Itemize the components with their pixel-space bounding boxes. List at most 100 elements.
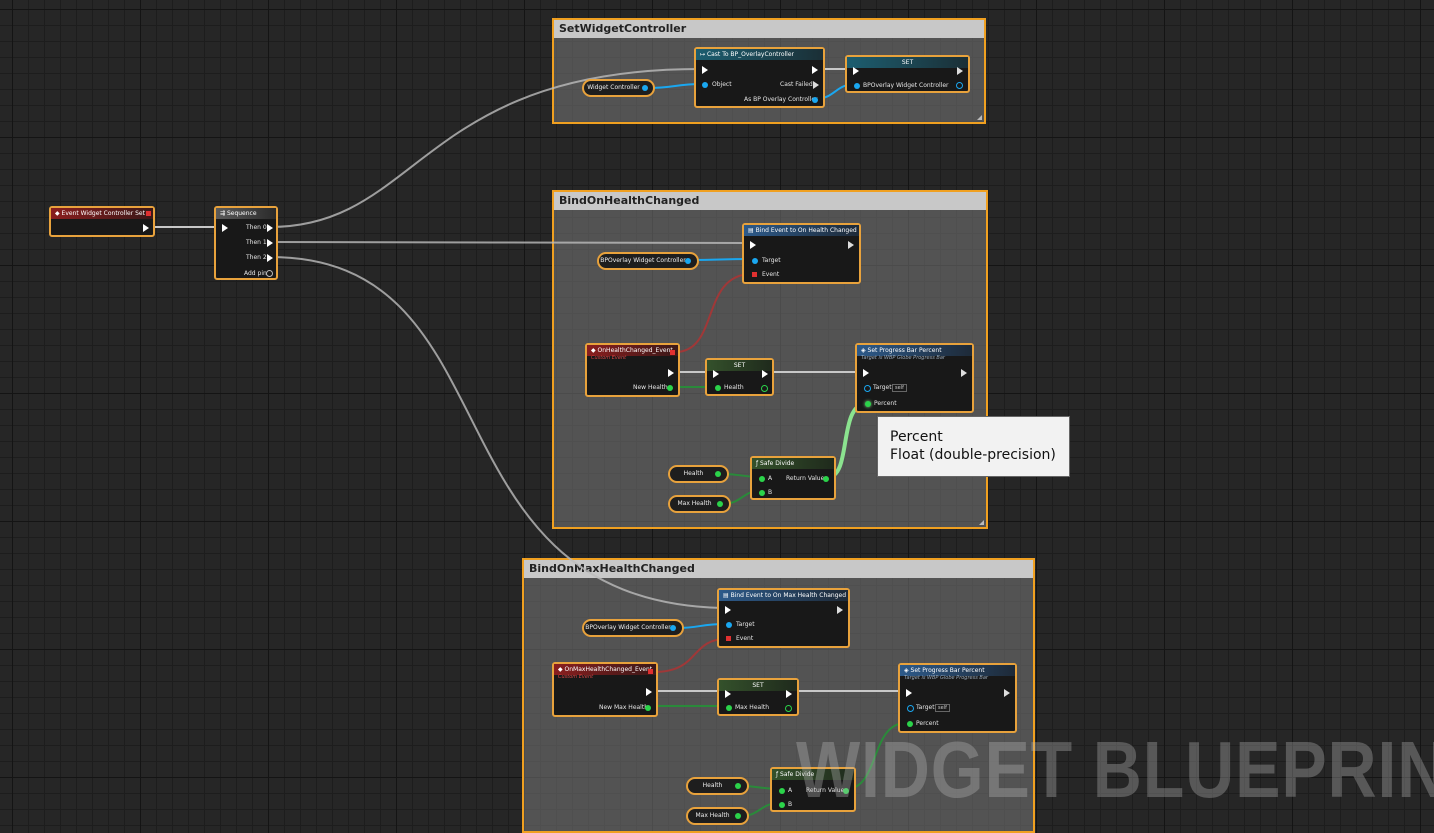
exec-in-pin[interactable] [702,66,708,74]
set-overlay-controller-node[interactable]: SET BPOverlay Widget Controller [845,55,970,93]
exec-out-pin[interactable] [837,606,843,614]
health-in-pin[interactable] [715,385,721,391]
exec-out-pin[interactable] [1004,689,1010,697]
exec-in-pin[interactable] [725,690,731,698]
overlay-controller-variable[interactable]: BPOverlay Widget Controller [597,252,699,270]
pin-tooltip: Percent Float (double-precision) [877,416,1070,477]
exec-out-pin[interactable] [786,690,792,698]
object-pin-icon[interactable] [642,85,648,91]
return-value-pin[interactable] [823,476,829,482]
self-value[interactable]: self [892,384,907,392]
object-pin-icon[interactable] [685,258,691,264]
widget-blueprint-watermark: WIDGET BLUEPRINT [796,725,1434,814]
variable-label: Widget Controller [587,84,640,91]
exec-in-pin[interactable] [906,689,912,697]
cast-to-overlay-controller-node[interactable]: ↦ Cast To BP_OverlayController Object Ca… [694,47,825,108]
node-header: ◆ Event Widget Controller Set [51,208,153,219]
float-pin-icon[interactable] [735,813,741,819]
set-health-node[interactable]: SET Health [705,358,774,396]
as-overlay-controller-pin[interactable] [812,97,818,103]
target-pin[interactable] [752,258,758,264]
float-pin-icon[interactable] [735,783,741,789]
delegate-wire [653,638,727,673]
max-health-variable[interactable]: Max Health [686,807,749,825]
object-label: Object [712,81,732,88]
then-1-pin[interactable] [267,239,273,247]
new-max-health-label: New Max Health [599,704,649,711]
health-label: Health [724,384,744,391]
set-max-health-node[interactable]: SET Max Health [717,678,799,716]
delegate-pin-icon[interactable] [146,211,151,216]
set-progress-bar-percent-node[interactable]: ◈ Set Progress Bar Percent Target is WBP… [855,343,974,413]
object-out-pin[interactable] [956,82,963,89]
bind-event-on-max-health-changed-node[interactable]: ▤ Bind Event to On Max Health Changed Ta… [717,588,850,648]
bind-event-on-health-changed-node[interactable]: ▤ Bind Event to On Health Changed Target… [742,223,861,284]
widget-controller-variable[interactable]: Widget Controller [582,79,655,97]
percent-pin[interactable] [865,401,871,407]
then-2-pin[interactable] [267,254,273,262]
health-variable[interactable]: Health [668,465,729,483]
set-progress-bar-percent-node[interactable]: ◈ Set Progress Bar Percent Target is WBP… [898,663,1017,733]
cast-icon: ↦ [700,51,707,58]
on-max-health-changed-event-node[interactable]: ◆ OnMaxHealthChanged_Event Custom Event … [552,662,658,717]
exec-out-pin[interactable] [957,67,963,75]
overlay-controller-variable[interactable]: BPOverlay Widget Controller [582,619,684,637]
health-variable[interactable]: Health [686,777,749,795]
object-in-pin[interactable] [702,82,708,88]
exec-in-pin[interactable] [222,224,228,232]
target-label: Target [762,257,781,264]
on-health-changed-event-node[interactable]: ◆ OnHealthChanged_Event Custom Event New… [585,343,680,397]
target-pin[interactable] [907,705,914,712]
event-pin[interactable] [726,636,731,641]
b-label: B [788,801,793,808]
tooltip-pin-name: Percent [890,429,943,445]
b-pin[interactable] [779,802,785,808]
float-pin-icon[interactable] [717,501,723,507]
then-0-pin[interactable] [267,224,273,232]
safe-divide-node[interactable]: ƒ Safe Divide A Return Value B [750,456,836,500]
exec-out-pin[interactable] [848,241,854,249]
node-title: OnMaxHealthChanged_Event [564,666,653,673]
exec-out-pin[interactable] [668,369,674,377]
delegate-pin-icon[interactable] [648,669,653,674]
target-pin[interactable] [864,385,871,392]
exec-in-pin[interactable] [725,606,731,614]
event-pin[interactable] [752,272,757,277]
new-health-pin[interactable] [667,385,673,391]
target-pin[interactable] [726,622,732,628]
self-value[interactable]: self [935,704,950,712]
new-max-health-pin[interactable] [645,705,651,711]
object-in-pin[interactable] [854,83,860,89]
exec-out-pin[interactable] [143,224,149,232]
a-pin[interactable] [779,788,785,794]
b-pin[interactable] [759,490,765,496]
add-pin-label[interactable]: Add pin [244,270,267,278]
exec-in-pin[interactable] [863,369,869,377]
node-title: Event Widget Controller Set [61,210,145,217]
node-title: Safe Divide [760,460,795,467]
max-health-label: Max Health [735,704,770,711]
exec-out-pin[interactable] [812,66,818,74]
exec-in-pin[interactable] [713,370,719,378]
max-health-out-pin[interactable] [785,705,792,712]
add-pin-icon[interactable] [266,270,273,277]
exec-out-pin[interactable] [762,370,768,378]
object-pin-icon[interactable] [670,625,676,631]
event-widget-controller-set-node[interactable]: ◆ Event Widget Controller Set [49,206,155,237]
delegate-wire [674,273,753,353]
node-title: SET [733,362,746,369]
delegate-pin-icon[interactable] [670,350,675,355]
sequence-node[interactable]: ⇶ Sequence Then 0 Then 1 Then 2 Add pin [214,206,278,280]
exec-out-pin[interactable] [961,369,967,377]
max-health-in-pin[interactable] [726,705,732,711]
then-0-label: Then 0 [246,224,267,231]
exec-in-pin[interactable] [750,241,756,249]
float-pin-icon[interactable] [715,471,721,477]
max-health-variable[interactable]: Max Health [668,495,731,513]
cast-failed-pin[interactable] [813,81,819,89]
exec-in-pin[interactable] [853,67,859,75]
exec-out-pin[interactable] [646,688,652,696]
health-out-pin[interactable] [761,385,768,392]
a-pin[interactable] [759,476,765,482]
event-label: Event [762,271,780,278]
